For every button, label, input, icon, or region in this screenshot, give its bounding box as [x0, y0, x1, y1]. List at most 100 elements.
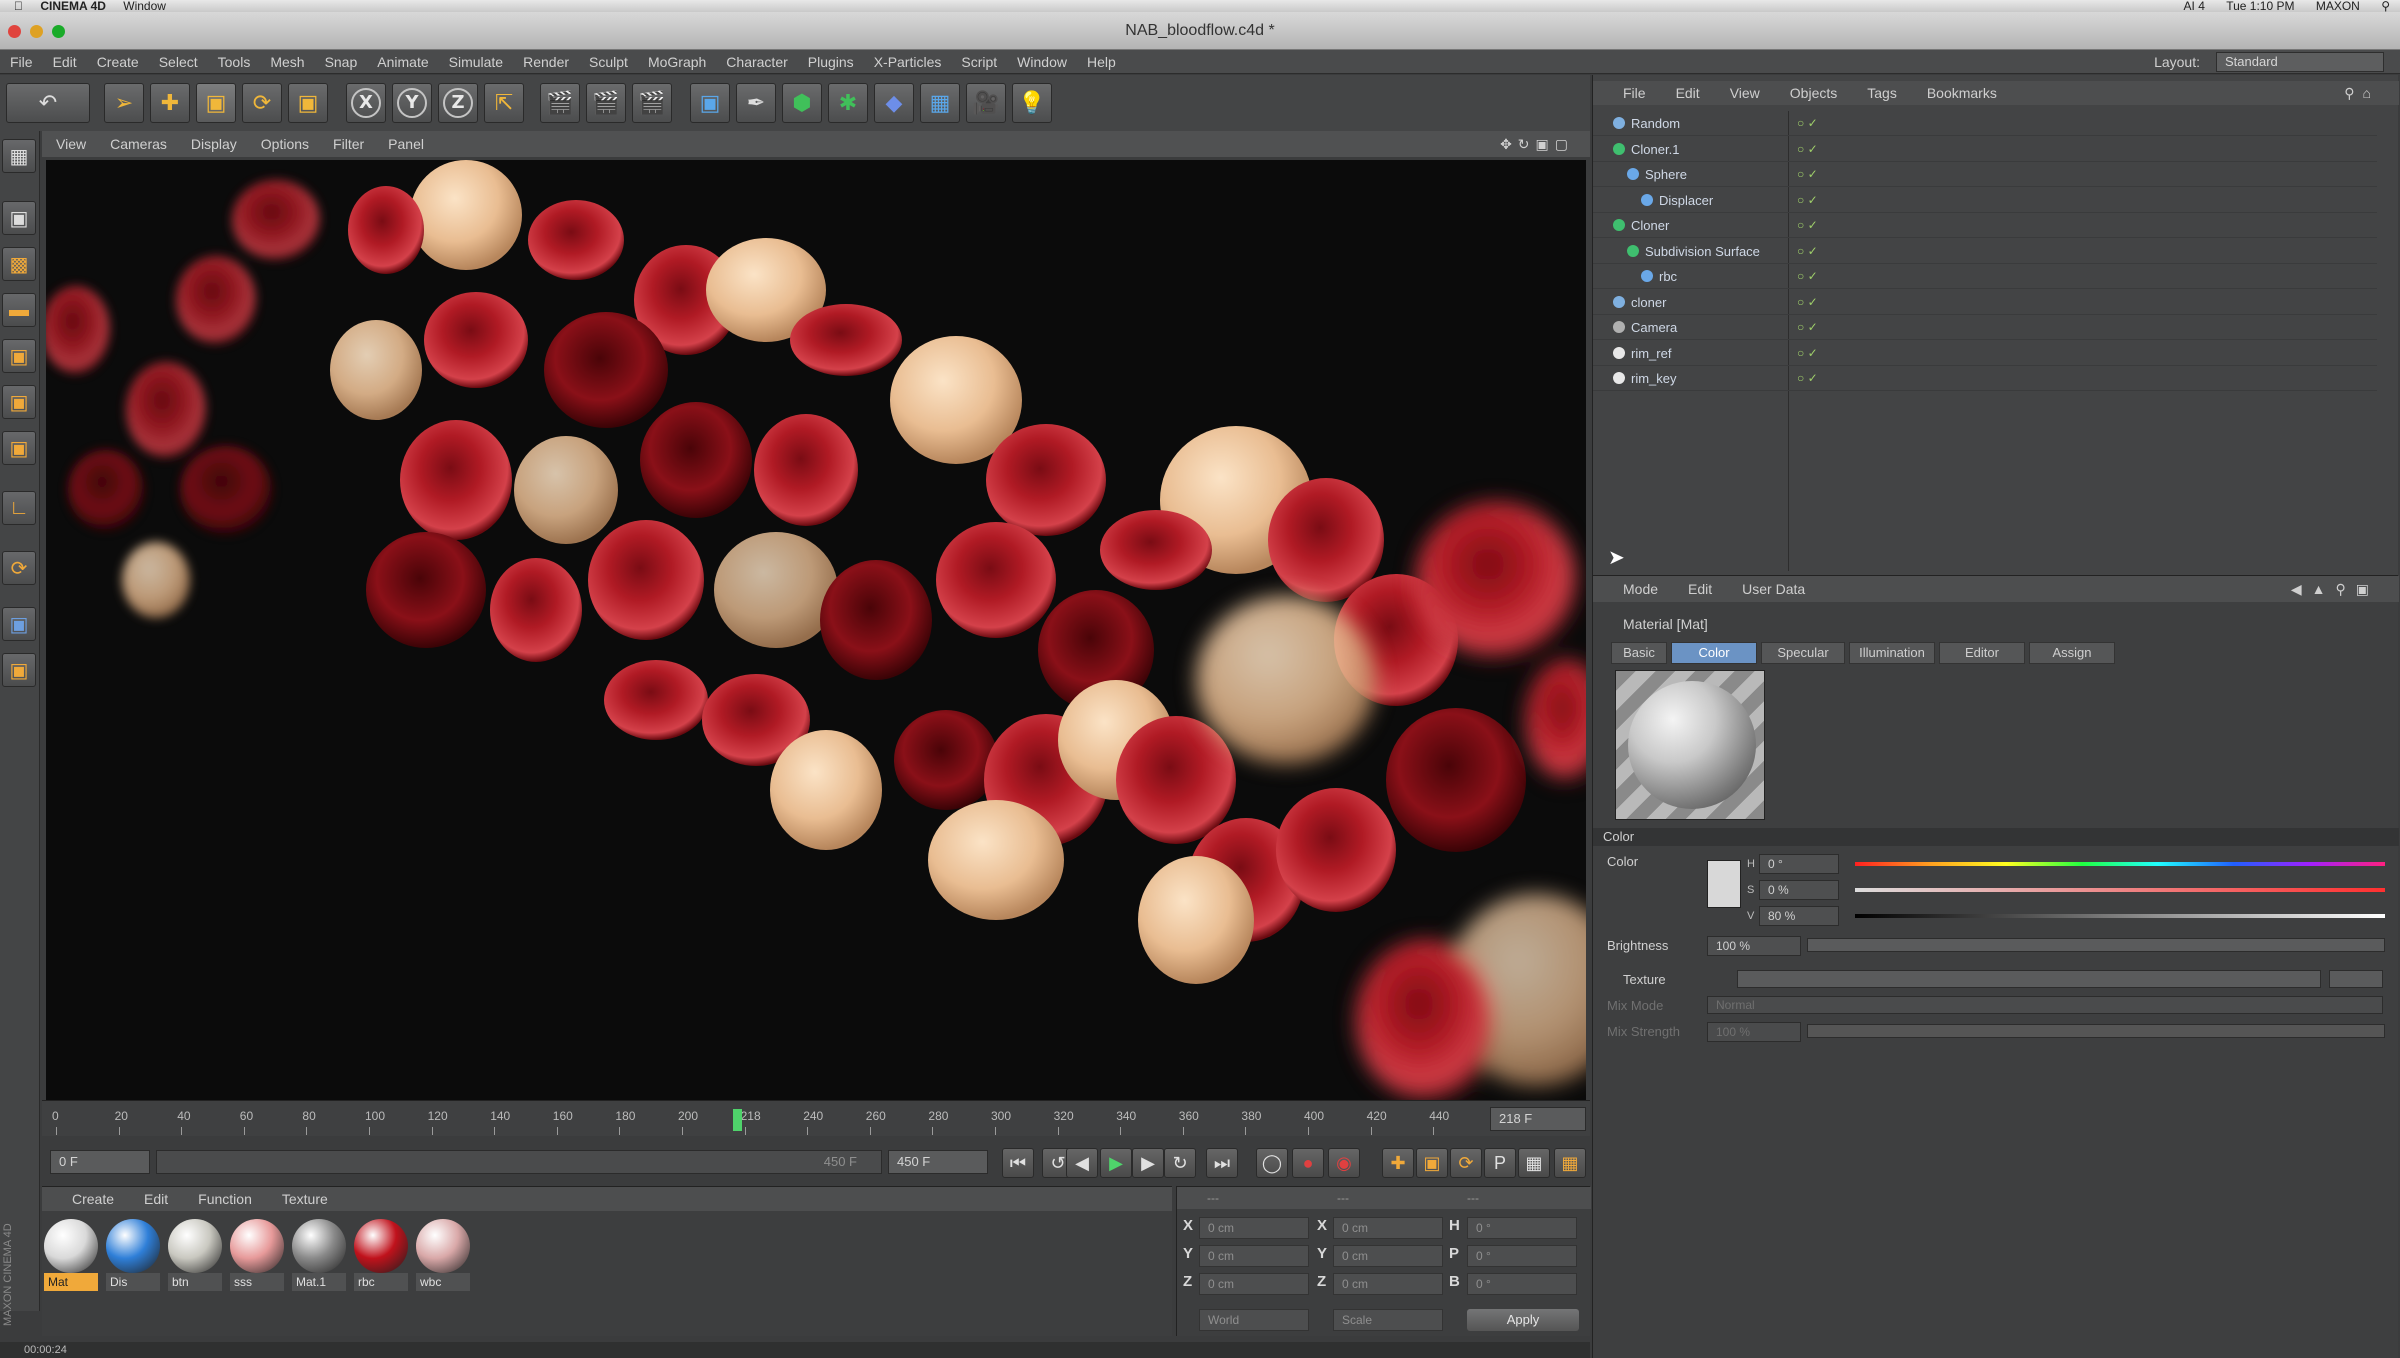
object-row[interactable]: rim_key ○ ✓ [1593, 366, 2377, 391]
viewport-menu-display[interactable]: Display [191, 131, 237, 157]
tab-basic[interactable]: Basic [1611, 642, 1667, 664]
viewport-menu-panel[interactable]: Panel [388, 131, 424, 157]
zoom-window-button[interactable] [52, 25, 65, 38]
coord-z-position[interactable]: 0 cm [1199, 1273, 1309, 1295]
value-field[interactable]: 80 % [1759, 906, 1839, 926]
autokey-button[interactable]: ◉ [1328, 1148, 1360, 1178]
material-swatch[interactable]: sss [230, 1219, 284, 1291]
start-frame-field[interactable]: 0 F [50, 1150, 150, 1174]
rotate-tool[interactable]: ⟳ [242, 83, 282, 123]
tab-editor[interactable]: Editor [1939, 642, 2025, 664]
3d-viewport[interactable] [46, 160, 1586, 1100]
render-view-button[interactable]: 🎬 [540, 83, 580, 123]
points-mode-button[interactable]: ▣ [2, 339, 36, 373]
mix-strength-field[interactable]: 100 % [1707, 1022, 1801, 1042]
viewport-menu-view[interactable]: View [56, 131, 86, 157]
end-frame-field[interactable]: 450 F [888, 1150, 988, 1174]
object-row[interactable]: Sphere ○ ✓ [1593, 162, 2377, 187]
object-menu-objects[interactable]: Objects [1790, 81, 1837, 105]
object-visibility-icon[interactable]: ○ ✓ [1797, 111, 1818, 136]
object-row[interactable]: cloner ○ ✓ [1593, 290, 2377, 315]
keyframe-selection-button[interactable]: ◯ [1256, 1148, 1288, 1178]
add-camera-button[interactable]: 🎥 [966, 83, 1006, 123]
menu-snap[interactable]: Snap [315, 50, 368, 74]
material-preview[interactable] [1615, 670, 1765, 820]
object-row[interactable]: Cloner ○ ✓ [1593, 213, 2377, 238]
object-row[interactable]: rbc ○ ✓ [1593, 264, 2377, 289]
material-swatch[interactable]: Dis [106, 1219, 160, 1291]
lock-workplane-button[interactable]: ▣ [2, 653, 36, 687]
attr-nav-icons[interactable]: ◀▲⚲▣ [2291, 576, 2379, 602]
go-to-end-button[interactable]: ⏭ [1206, 1148, 1238, 1178]
object-visibility-icon[interactable]: ○ ✓ [1797, 366, 1818, 391]
saturation-slider[interactable] [1855, 888, 2385, 892]
object-visibility-icon[interactable]: ○ ✓ [1797, 239, 1818, 264]
menu-file[interactable]: File [0, 50, 43, 74]
key-pla-button[interactable]: ▦ [1518, 1148, 1550, 1178]
make-editable-button[interactable]: ▦ [2, 139, 36, 173]
record-active-button[interactable]: ● [1292, 1148, 1324, 1178]
coordinate-system-button[interactable]: ⇱ [484, 83, 524, 123]
timeline-window-button[interactable]: ▦ [1554, 1148, 1586, 1178]
x-axis-lock[interactable]: X [346, 83, 386, 123]
menu-help[interactable]: Help [1077, 50, 1126, 74]
object-visibility-icon[interactable]: ○ ✓ [1797, 290, 1818, 315]
object-menu-view[interactable]: View [1730, 81, 1760, 105]
coord-b-rotation[interactable]: 0 ° [1467, 1273, 1577, 1295]
undo-button[interactable]: ↶ [6, 83, 90, 123]
coord-z-size[interactable]: 0 cm [1333, 1273, 1443, 1295]
tab-assign[interactable]: Assign [2029, 642, 2115, 664]
live-selection-tool[interactable]: ➢ [104, 83, 144, 123]
mac-user[interactable]: MAXON [2316, 0, 2360, 12]
add-light-button[interactable]: 💡 [1012, 83, 1052, 123]
close-window-button[interactable] [8, 25, 21, 38]
key-position-button[interactable]: ✚ [1382, 1148, 1414, 1178]
mac-app-name[interactable]: CINEMA 4D [40, 0, 106, 12]
texture-slot[interactable] [1737, 970, 2321, 988]
mac-window-menu[interactable]: Window [123, 0, 166, 12]
tab-specular[interactable]: Specular [1761, 642, 1845, 664]
object-menu-tags[interactable]: Tags [1867, 81, 1897, 105]
y-axis-lock[interactable]: Y [392, 83, 432, 123]
object-visibility-icon[interactable]: ○ ✓ [1797, 264, 1818, 289]
object-menu-file[interactable]: File [1623, 81, 1646, 105]
add-spline-button[interactable]: ✒ [736, 83, 776, 123]
material-menu-create[interactable]: Create [72, 1187, 114, 1211]
render-settings-button[interactable]: 🎬 [632, 83, 672, 123]
key-parameter-button[interactable]: P [1484, 1148, 1516, 1178]
scale-tool[interactable]: ▣ [196, 83, 236, 123]
key-rotation-button[interactable]: ⟳ [1450, 1148, 1482, 1178]
menu-character[interactable]: Character [716, 50, 797, 74]
add-generator-button[interactable]: ⬢ [782, 83, 822, 123]
menu-edit[interactable]: Edit [43, 50, 87, 74]
object-visibility-icon[interactable]: ○ ✓ [1797, 162, 1818, 187]
texture-mode-button[interactable]: ▩ [2, 247, 36, 281]
timeline-ruler[interactable]: 0 20 40 60 80 100 120 140 160 180 200 218 240 260 280 3… [42, 1100, 1590, 1136]
apple-icon[interactable]:  [14, 0, 23, 12]
menu-render[interactable]: Render [513, 50, 579, 74]
brightness-slider[interactable] [1807, 938, 2385, 952]
viewport-menu-options[interactable]: Options [261, 131, 309, 157]
hue-field[interactable]: 0 ° [1759, 854, 1839, 874]
coord-y-size[interactable]: 0 cm [1333, 1245, 1443, 1267]
material-swatch[interactable]: rbc [354, 1219, 408, 1291]
material-swatch[interactable]: btn [168, 1219, 222, 1291]
mac-status-ai[interactable]: AI 4 [2184, 0, 2205, 12]
model-mode-button[interactable]: ▣ [2, 201, 36, 235]
menu-simulate[interactable]: Simulate [439, 50, 513, 74]
coord-y-position[interactable]: 0 cm [1199, 1245, 1309, 1267]
object-manager-search-icon[interactable]: ⚲⌂ [2344, 81, 2379, 105]
workplane-mode-button[interactable]: ▬ [2, 293, 36, 327]
menu-mograph[interactable]: MoGraph [638, 50, 716, 74]
current-frame-field[interactable]: 218 F [1490, 1107, 1586, 1131]
spotlight-icon[interactable]: ⚲ [2381, 0, 2390, 12]
object-row[interactable]: Displacer ○ ✓ [1593, 188, 2377, 213]
add-floor-button[interactable]: ▦ [920, 83, 960, 123]
menu-mesh[interactable]: Mesh [260, 50, 314, 74]
coord-x-size[interactable]: 0 cm [1333, 1217, 1443, 1239]
brightness-field[interactable]: 100 % [1707, 936, 1801, 956]
apply-button[interactable]: Apply [1467, 1309, 1579, 1331]
recent-tool[interactable]: ▣ [288, 83, 328, 123]
material-menu-texture[interactable]: Texture [282, 1187, 328, 1211]
menu-create[interactable]: Create [87, 50, 149, 74]
